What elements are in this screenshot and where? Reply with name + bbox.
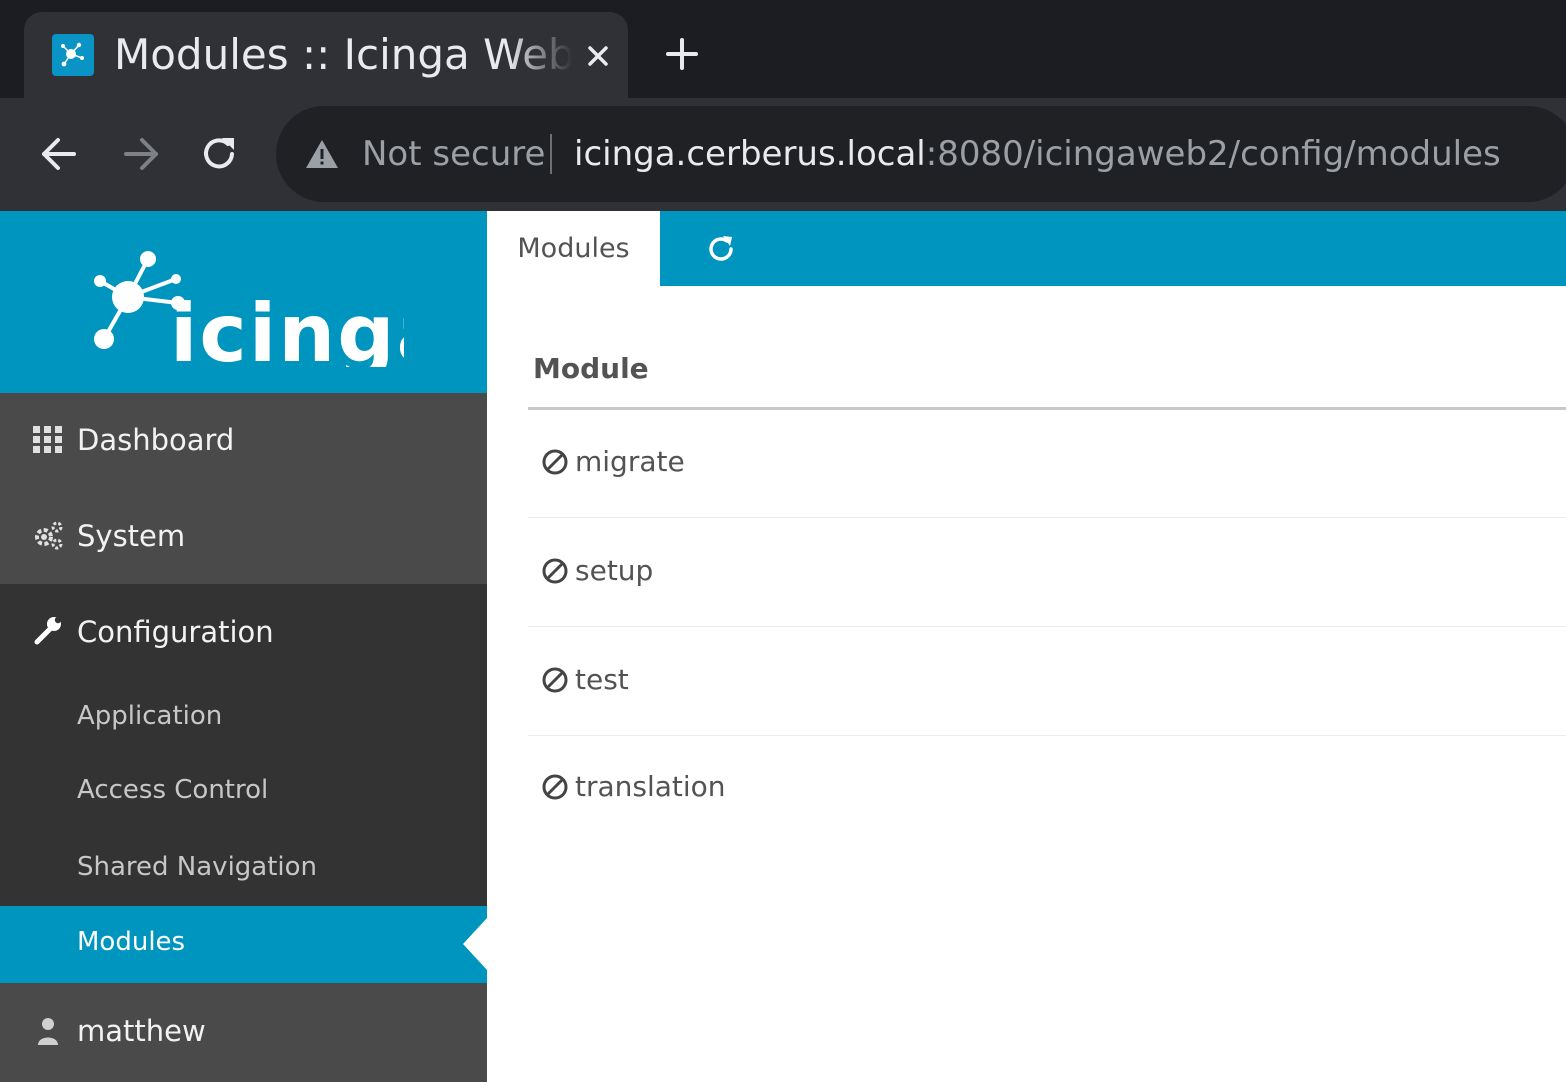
menu-label-dashboard: Dashboard bbox=[77, 423, 235, 457]
url-path: :8080/icingaweb2/config/modules bbox=[925, 134, 1501, 174]
close-tab-icon[interactable] bbox=[580, 38, 616, 74]
browser-toolbar: Not secure icinga.cerberus.local:8080/ic… bbox=[0, 98, 1566, 211]
refresh-icon[interactable] bbox=[703, 231, 739, 267]
menu-item-configuration[interactable]: Configuration bbox=[0, 584, 487, 680]
menu-label-user: matthew bbox=[77, 1014, 206, 1048]
menu-item-system[interactable]: System bbox=[0, 489, 487, 584]
submenu-label-access-control: Access Control bbox=[77, 775, 269, 805]
menu-item-user[interactable]: matthew bbox=[0, 983, 487, 1082]
browser-tab[interactable]: Modules :: Icinga Web bbox=[24, 12, 628, 98]
submenu-item-access-control[interactable]: Access Control bbox=[0, 754, 487, 830]
table-row[interactable]: translation bbox=[528, 735, 1566, 843]
icinga-logo[interactable]: icinga bbox=[0, 211, 487, 393]
warning-triangle-icon[interactable] bbox=[304, 136, 340, 172]
disabled-icon bbox=[541, 666, 569, 694]
menu-label-system: System bbox=[77, 519, 186, 553]
disabled-icon bbox=[541, 448, 569, 476]
new-tab-plus-icon[interactable] bbox=[660, 32, 704, 76]
dashboard-grid-icon bbox=[32, 423, 64, 455]
icinga-favicon-icon bbox=[52, 34, 94, 76]
user-icon bbox=[32, 1015, 64, 1047]
submenu-item-application[interactable]: Application bbox=[0, 680, 487, 754]
submenu-label-application: Application bbox=[77, 701, 223, 731]
address-separator bbox=[550, 134, 552, 174]
back-arrow-icon[interactable] bbox=[34, 128, 86, 180]
gears-icon bbox=[32, 519, 64, 551]
module-name[interactable]: setup bbox=[575, 551, 653, 591]
main-menu-section: Dashboard System bbox=[0, 393, 487, 584]
wrench-icon bbox=[32, 614, 64, 646]
submenu-label-modules: Modules bbox=[77, 927, 186, 957]
address-bar[interactable]: Not secure icinga.cerberus.local:8080/ic… bbox=[276, 106, 1566, 202]
column-header-module: Module bbox=[533, 352, 649, 385]
submenu-item-modules[interactable]: Modules bbox=[0, 906, 487, 983]
submenu-item-shared-navigation[interactable]: Shared Navigation bbox=[0, 830, 487, 906]
browser-tab-title: Modules :: Icinga Web bbox=[114, 30, 572, 79]
security-status-label[interactable]: Not secure bbox=[362, 130, 545, 178]
tab-modules[interactable]: Modules bbox=[487, 211, 660, 286]
url-host: icinga.cerberus.local bbox=[574, 134, 926, 174]
submenu-label-shared-navigation: Shared Navigation bbox=[77, 852, 318, 882]
forward-arrow-icon[interactable] bbox=[114, 128, 166, 180]
active-indicator-arrow bbox=[463, 918, 487, 970]
module-name[interactable]: test bbox=[575, 660, 629, 700]
logo-wordmark: icinga bbox=[170, 287, 404, 367]
disabled-icon bbox=[541, 557, 569, 585]
reload-icon[interactable] bbox=[194, 128, 246, 180]
table-row[interactable]: setup bbox=[528, 519, 1566, 627]
disabled-icon bbox=[541, 773, 569, 801]
module-name[interactable]: migrate bbox=[575, 442, 685, 482]
main-content: Modules Module migrate setup test transl… bbox=[487, 211, 1566, 1082]
menu-item-dashboard[interactable]: Dashboard bbox=[0, 393, 487, 489]
table-row[interactable]: migrate bbox=[528, 410, 1566, 518]
content-tab-bar: Modules bbox=[487, 211, 1566, 286]
url-text[interactable]: icinga.cerberus.local:8080/icingaweb2/co… bbox=[574, 130, 1501, 178]
module-name[interactable]: translation bbox=[575, 767, 726, 807]
menu-label-configuration: Configuration bbox=[77, 615, 274, 649]
sidebar: icinga Dashboard bbox=[0, 211, 487, 1082]
table-row[interactable]: test bbox=[528, 628, 1566, 736]
browser-tab-strip: Modules :: Icinga Web bbox=[0, 0, 1566, 98]
